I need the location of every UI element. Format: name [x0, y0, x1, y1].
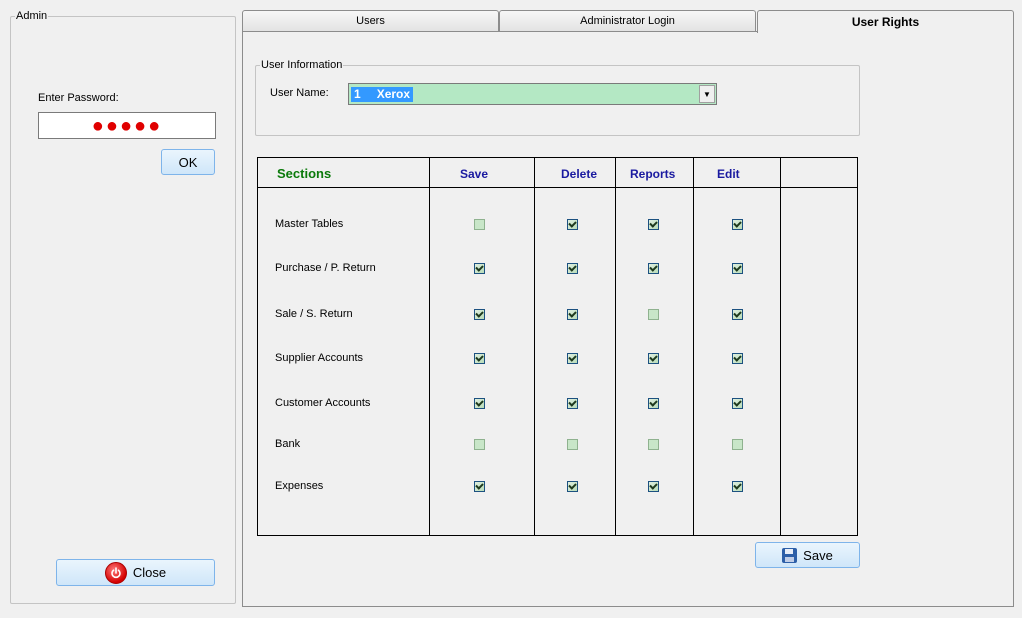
row-label: Master Tables [275, 218, 344, 230]
chevron-down-icon[interactable]: ▼ [699, 85, 715, 103]
row-label: Sale / S. Return [275, 308, 353, 320]
delete-checkbox[interactable] [567, 398, 578, 409]
tab-users[interactable]: Users [242, 10, 499, 31]
tab-user-rights[interactable]: User Rights [757, 10, 1014, 33]
edit-checkbox[interactable] [732, 398, 743, 409]
row-label: Expenses [275, 480, 324, 492]
column-header-sections: Sections [277, 166, 332, 181]
edit-checkbox[interactable] [732, 353, 743, 364]
password-input[interactable]: ●●●●● [38, 112, 216, 139]
column-header-save: Save [460, 167, 489, 181]
delete-checkbox[interactable] [567, 219, 578, 230]
reports-checkbox[interactable] [648, 398, 659, 409]
reports-checkbox[interactable] [648, 439, 659, 450]
row-label: Supplier Accounts [275, 352, 364, 364]
reports-checkbox[interactable] [648, 353, 659, 364]
edit-checkbox[interactable] [732, 219, 743, 230]
user-rights-panel: User Information User Name: 1 Xerox ▼ Se… [242, 31, 1014, 607]
tab-user-rights-label: User Rights [851, 15, 920, 29]
user-information-title: User Information [260, 59, 344, 72]
grid-divider [780, 158, 781, 535]
ok-button[interactable]: OK [161, 149, 215, 175]
username-selected-id: 1 [354, 86, 361, 101]
save-checkbox[interactable] [474, 219, 485, 230]
grid-divider [429, 158, 430, 535]
username-dropdown[interactable]: 1 Xerox ▼ [348, 83, 717, 105]
tab-administrator-login-label: Administrator Login [580, 15, 675, 27]
reports-checkbox[interactable] [648, 309, 659, 320]
delete-checkbox[interactable] [567, 481, 578, 492]
tab-administrator-login[interactable]: Administrator Login [499, 10, 756, 31]
rights-grid: Sections Save Delete Reports Edit Master… [257, 157, 858, 536]
reports-checkbox[interactable] [648, 481, 659, 492]
username-selected-name: Xerox [376, 86, 411, 101]
close-button[interactable]: Close [56, 559, 215, 586]
password-label: Enter Password: [38, 92, 119, 104]
password-mask: ●●●●● [91, 114, 163, 137]
delete-checkbox[interactable] [567, 353, 578, 364]
tab-users-label: Users [356, 15, 385, 27]
edit-checkbox[interactable] [732, 439, 743, 450]
row-label: Customer Accounts [275, 397, 371, 409]
column-header-edit: Edit [717, 167, 740, 181]
delete-checkbox[interactable] [567, 439, 578, 450]
column-header-delete: Delete [561, 167, 598, 181]
save-button[interactable]: Save [755, 542, 860, 568]
save-button-label: Save [803, 547, 833, 563]
grid-header-divider [258, 187, 857, 188]
admin-group: Admin Enter Password: ●●●●● OK Close [10, 10, 236, 604]
power-icon [104, 561, 127, 584]
tab-strip: Users Administrator Login User Rights [242, 10, 1014, 33]
edit-checkbox[interactable] [732, 481, 743, 492]
grid-divider [615, 158, 616, 535]
save-checkbox[interactable] [474, 263, 485, 274]
save-checkbox[interactable] [474, 398, 485, 409]
edit-checkbox[interactable] [732, 309, 743, 320]
delete-checkbox[interactable] [567, 263, 578, 274]
edit-checkbox[interactable] [732, 263, 743, 274]
username-selected: 1 Xerox [351, 86, 414, 102]
column-header-reports: Reports [630, 167, 676, 181]
save-checkbox[interactable] [474, 309, 485, 320]
admin-group-title: Admin [15, 10, 49, 23]
ok-button-label: OK [178, 154, 198, 170]
reports-checkbox[interactable] [648, 263, 659, 274]
grid-divider [693, 158, 694, 535]
grid-divider [534, 158, 535, 535]
row-label: Purchase / P. Return [275, 262, 376, 274]
floppy-disk-icon [782, 547, 798, 563]
delete-checkbox[interactable] [567, 309, 578, 320]
username-label: User Name: [270, 87, 329, 99]
reports-checkbox[interactable] [648, 219, 659, 230]
close-button-label: Close [132, 565, 167, 580]
save-checkbox[interactable] [474, 353, 485, 364]
save-checkbox[interactable] [474, 439, 485, 450]
row-label: Bank [275, 438, 301, 450]
save-checkbox[interactable] [474, 481, 485, 492]
user-information-group: User Information User Name: 1 Xerox ▼ [255, 59, 860, 136]
